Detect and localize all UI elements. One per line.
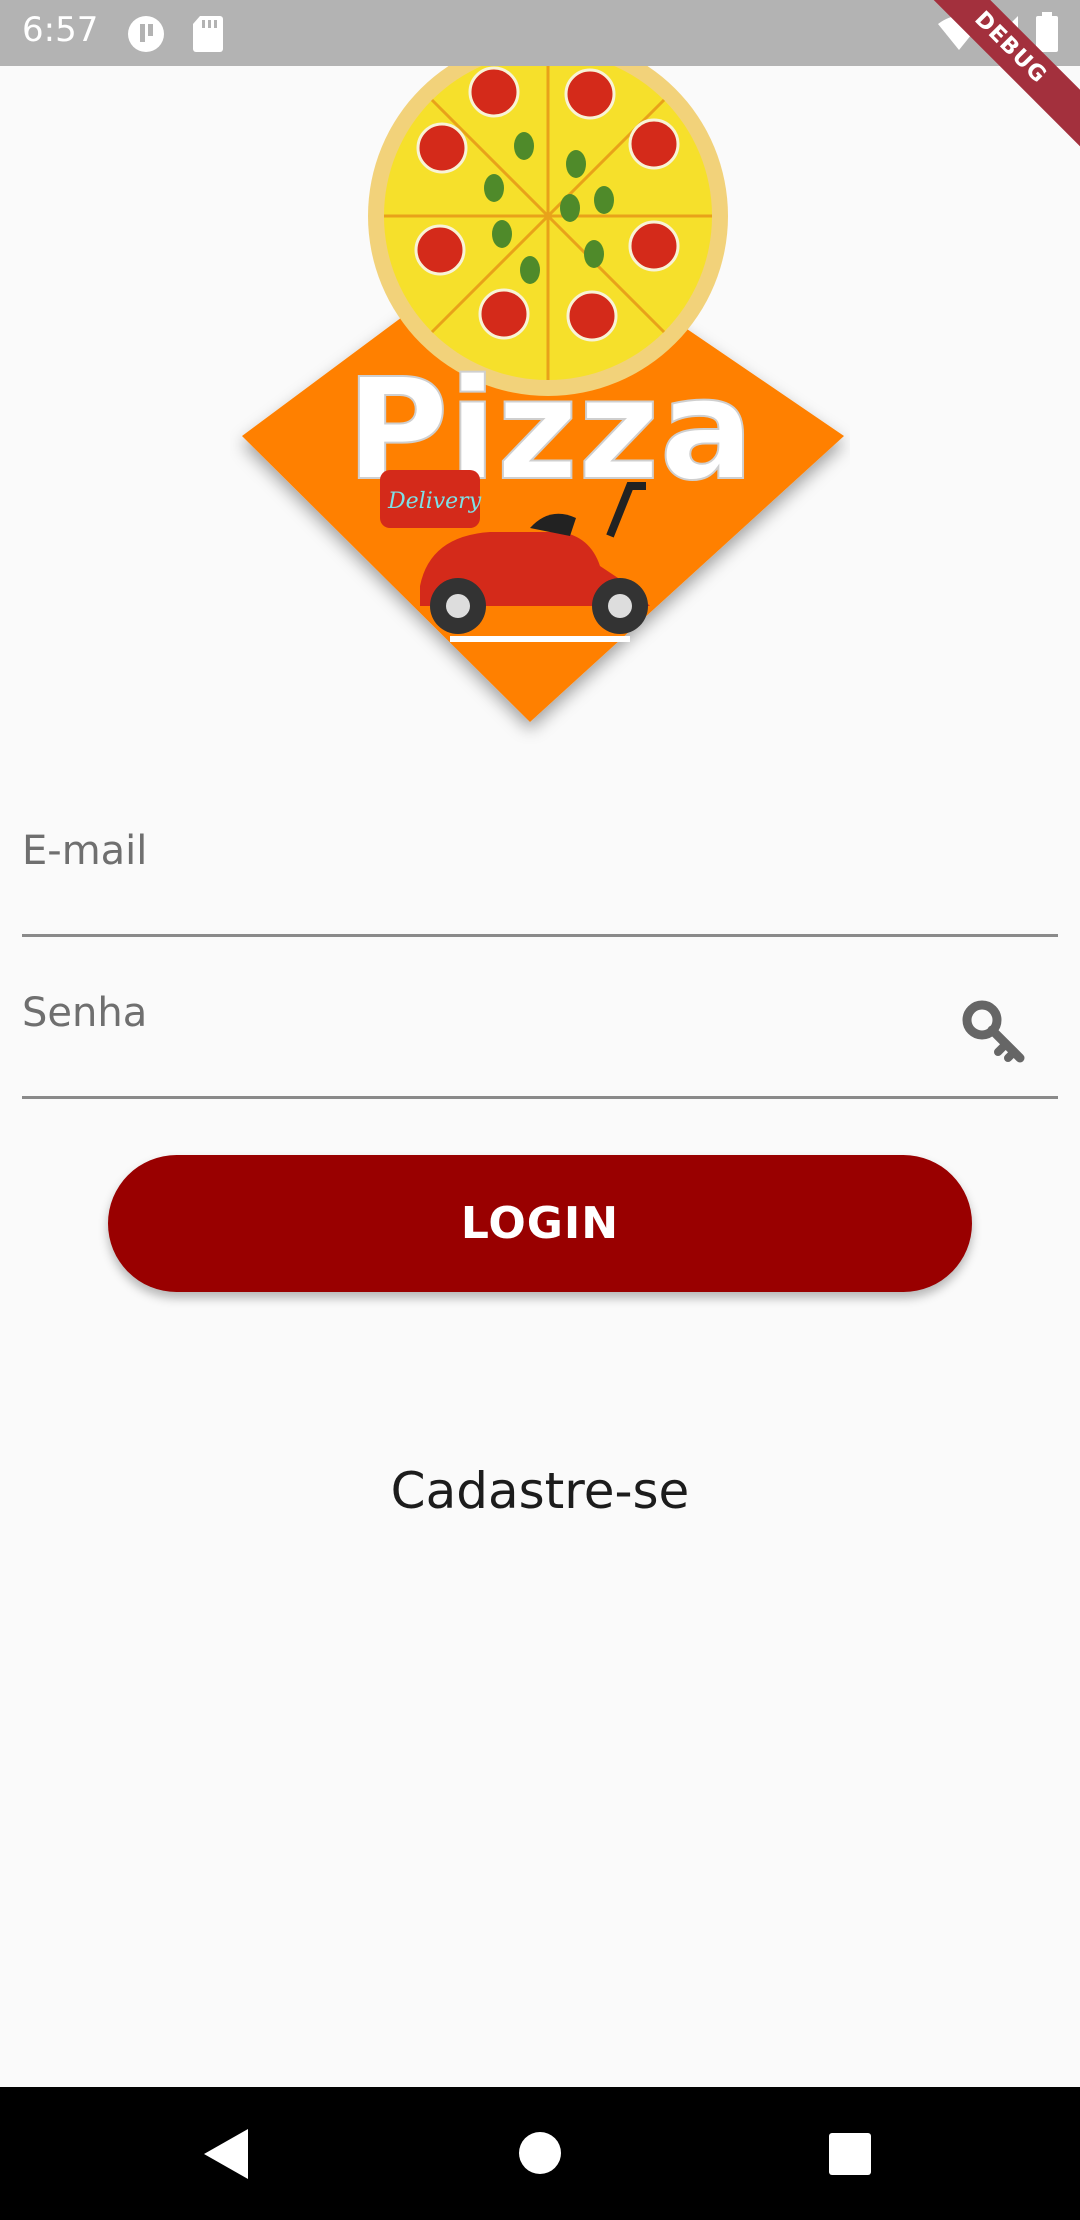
password-underline	[22, 1096, 1058, 1099]
password-field[interactable]: Senha	[22, 960, 1058, 1102]
status-time: 6:57	[22, 10, 99, 50]
signup-link[interactable]: Cadastre-se	[0, 1462, 1080, 1520]
pizza-delivery-logo: Pizza Delivery	[230, 36, 850, 746]
email-underline	[22, 934, 1058, 937]
email-field[interactable]: E-mail	[22, 800, 1058, 940]
home-icon[interactable]	[519, 2132, 561, 2178]
recents-icon[interactable]	[829, 2133, 871, 2179]
notification-icon	[126, 14, 166, 58]
login-button[interactable]: LOGIN	[108, 1155, 972, 1292]
key-icon	[962, 1000, 1026, 1064]
logo-badge: Delivery	[387, 489, 482, 514]
email-label: E-mail	[22, 828, 148, 874]
sd-card-icon	[192, 14, 224, 58]
back-icon[interactable]	[204, 2129, 248, 2183]
navigation-bar	[0, 2087, 1080, 2220]
password-label: Senha	[22, 990, 148, 1036]
status-bar: 6:57 DEBUG	[0, 0, 1080, 155]
